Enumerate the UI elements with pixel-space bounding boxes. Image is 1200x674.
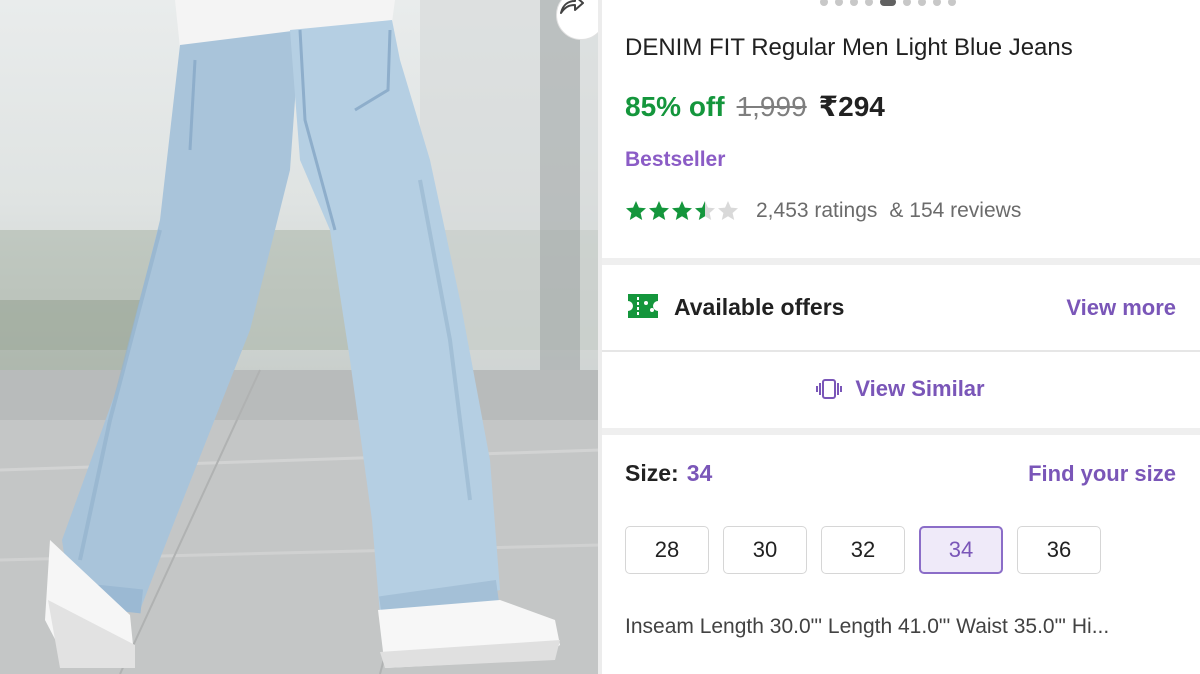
product-image[interactable]: [0, 0, 600, 674]
section-divider: [602, 258, 1200, 265]
offer-ticket-icon: [628, 294, 658, 318]
star-icon: [672, 201, 692, 220]
size-option-28[interactable]: 28: [625, 526, 709, 574]
product-title: DENIM FIT Regular Men Light Blue Jeans: [625, 34, 1073, 61]
selling-price: ₹294: [818, 91, 885, 122]
section-divider: [602, 428, 1200, 435]
view-similar-icon: [816, 379, 843, 399]
size-options: 28 30 32 34 36: [625, 526, 1101, 574]
discount-percent: 85% off: [625, 91, 725, 122]
share-icon: [560, 0, 584, 14]
carousel-dot[interactable]: [903, 0, 911, 6]
star-icon: [718, 201, 738, 220]
view-similar-label: View Similar: [855, 376, 985, 401]
star-icon: [695, 201, 715, 220]
star-icon: [649, 201, 669, 220]
available-offers-label: Available offers: [674, 294, 845, 320]
carousel-dot[interactable]: [918, 0, 926, 6]
product-photo-jeans: [0, 0, 600, 674]
carousel-dots[interactable]: [820, 0, 956, 6]
product-details: DENIM FIT Regular Men Light Blue Jeans 8…: [602, 0, 1200, 674]
carousel-dot[interactable]: [933, 0, 941, 6]
price-row: 85% off 1,999 ₹294: [625, 90, 885, 123]
rating-stars: [625, 200, 740, 222]
carousel-dot[interactable]: [850, 0, 858, 6]
carousel-dot[interactable]: [820, 0, 828, 6]
available-offers-row[interactable]: Available offers View more: [602, 268, 1200, 348]
size-heading: Size: 34: [625, 460, 712, 487]
view-more-link[interactable]: View more: [1066, 295, 1176, 321]
size-measurements[interactable]: Inseam Length 30.0"' Length 41.0"' Waist…: [625, 615, 1185, 639]
size-option-34[interactable]: 34: [919, 526, 1003, 574]
carousel-dot[interactable]: [865, 0, 873, 6]
selected-size-value: 34: [686, 460, 713, 486]
carousel-dot[interactable]: [948, 0, 956, 6]
original-price: 1,999: [736, 91, 807, 122]
view-similar-button[interactable]: View Similar: [602, 352, 1200, 426]
bestseller-badge: Bestseller: [625, 148, 726, 171]
size-label: Size:: [625, 460, 679, 486]
rating-row[interactable]: 2,453 ratings & 154 reviews: [625, 199, 1021, 223]
size-option-30[interactable]: 30: [723, 526, 807, 574]
size-option-36[interactable]: 36: [1017, 526, 1101, 574]
star-icon: [626, 201, 646, 220]
carousel-dot[interactable]: [880, 0, 896, 6]
size-option-32[interactable]: 32: [821, 526, 905, 574]
carousel-dot[interactable]: [835, 0, 843, 6]
find-your-size-link[interactable]: Find your size: [1028, 461, 1176, 487]
ratings-count: 2,453 ratings: [756, 199, 878, 222]
reviews-count: & 154 reviews: [889, 199, 1022, 222]
